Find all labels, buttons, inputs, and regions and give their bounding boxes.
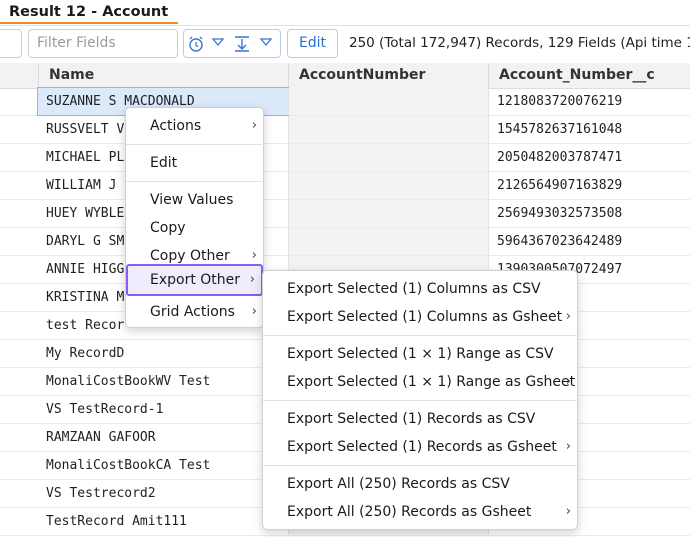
cell-account-number-c[interactable]: 2050482003787471 — [488, 144, 690, 171]
chevron-right-icon: › — [251, 304, 257, 319]
cell-name[interactable]: MonaliCostBookWV Test — [38, 368, 288, 395]
column-header-name[interactable]: Name — [38, 63, 288, 88]
menu-item-export-range-csv[interactable]: Export Selected (1 × 1) Range as CSV — [263, 340, 579, 368]
tab-bar: Result 12 - Account — [0, 0, 690, 26]
menu-item-export-other[interactable]: Export Other › — [126, 264, 263, 296]
toolbar: Filter Fields Edit 250 (Total 172,947) R… — [0, 25, 690, 63]
context-menu: Actions › Edit View Values Copy Copy Othe… — [125, 107, 265, 328]
menu-item-export-records-gsheet[interactable]: Export Selected (1) Records as Gsheet › — [263, 433, 579, 461]
cell-account-number-c[interactable]: 2126564907163829 — [488, 172, 690, 199]
cell-name[interactable]: MonaliCostBookCA Test — [38, 452, 288, 479]
table-row[interactable]: RUSSVELT V 1545782637161048 — [0, 116, 690, 144]
cell-account-number-c[interactable]: 1218083720076219 — [488, 88, 690, 115]
menu-divider — [263, 400, 579, 401]
table-row[interactable]: DARYL G SM 5964367023642489 — [0, 228, 690, 256]
cell-account-number[interactable] — [288, 88, 488, 115]
menu-item-actions[interactable]: Actions › — [126, 112, 265, 140]
chevron-right-icon: › — [565, 439, 571, 454]
cell-name[interactable]: My RecordD — [38, 340, 288, 367]
filter-fields-input[interactable]: Filter Fields — [28, 29, 178, 58]
export-submenu: Export Selected (1) Columns as CSV Expor… — [262, 270, 579, 530]
table-row[interactable]: MICHAEL PL 2050482003787471 — [0, 144, 690, 172]
chevron-right-icon: › — [251, 118, 257, 133]
chevron-down-icon[interactable] — [257, 35, 275, 53]
cell-name[interactable]: VS TestRecord-1 — [38, 396, 288, 423]
download-icon[interactable] — [233, 35, 251, 53]
menu-item-export-columns-gsheet[interactable]: Export Selected (1) Columns as Gsheet › — [263, 303, 579, 331]
cell-account-number-c[interactable]: 5964367023642489 — [488, 228, 690, 255]
cell-account-number-c[interactable]: 1545782637161048 — [488, 116, 690, 143]
tab-result-account[interactable]: Result 12 - Account — [0, 0, 178, 24]
chevron-right-icon: › — [249, 272, 255, 287]
cell-account-number[interactable] — [288, 116, 488, 143]
menu-item-grid-actions[interactable]: Grid Actions › — [126, 298, 265, 326]
chevron-right-icon: › — [565, 504, 571, 519]
table-row[interactable]: SUZANNE S MACDONALD 1218083720076219 — [0, 87, 690, 116]
cell-account-number[interactable] — [288, 200, 488, 227]
menu-item-export-records-csv[interactable]: Export Selected (1) Records as CSV — [263, 405, 579, 433]
menu-divider — [263, 465, 579, 466]
menu-divider — [263, 335, 579, 336]
record-status: 250 (Total 172,947) Records, 129 Fields … — [349, 35, 690, 51]
chevron-right-icon: › — [565, 374, 571, 389]
cell-account-number[interactable] — [288, 228, 488, 255]
cell-name[interactable]: VS Testrecord2 — [38, 480, 288, 507]
cell-name[interactable]: RAMZAAN GAFOOR — [38, 424, 288, 451]
cell-name[interactable]: TestRecord Amit111 — [38, 508, 288, 535]
cell-account-number[interactable] — [288, 144, 488, 171]
menu-item-copy[interactable]: Copy — [126, 214, 265, 242]
table-row[interactable]: WILLIAM J 2126564907163829 — [0, 172, 690, 200]
chevron-down-icon[interactable] — [209, 35, 227, 53]
menu-item-edit[interactable]: Edit — [126, 149, 265, 177]
cell-account-number-c[interactable]: 2569493032573508 — [488, 200, 690, 227]
left-input-partial[interactable] — [0, 29, 22, 58]
menu-divider — [126, 181, 265, 182]
menu-divider — [126, 144, 265, 145]
menu-item-export-range-gsheet[interactable]: Export Selected (1 × 1) Range as Gsheet › — [263, 368, 579, 396]
chevron-right-icon: › — [565, 309, 571, 324]
column-header-accountnumber[interactable]: AccountNumber — [288, 63, 488, 88]
alarm-clock-icon[interactable] — [187, 35, 205, 53]
table-row[interactable]: HUEY WYBLE 2569493032573508 — [0, 200, 690, 228]
grid-header: Name AccountNumber Account_Number__c — [0, 63, 690, 89]
menu-item-export-all-csv[interactable]: Export All (250) Records as CSV — [263, 470, 579, 498]
toolbar-icon-group — [183, 29, 281, 58]
menu-item-export-all-gsheet[interactable]: Export All (250) Records as Gsheet › — [263, 498, 579, 526]
cell-account-number[interactable] — [288, 172, 488, 199]
edit-button[interactable]: Edit — [287, 29, 338, 58]
menu-item-export-columns-csv[interactable]: Export Selected (1) Columns as CSV — [263, 275, 579, 303]
menu-item-view-values[interactable]: View Values — [126, 186, 265, 214]
column-header-account-number-c[interactable]: Account_Number__c — [488, 63, 690, 88]
